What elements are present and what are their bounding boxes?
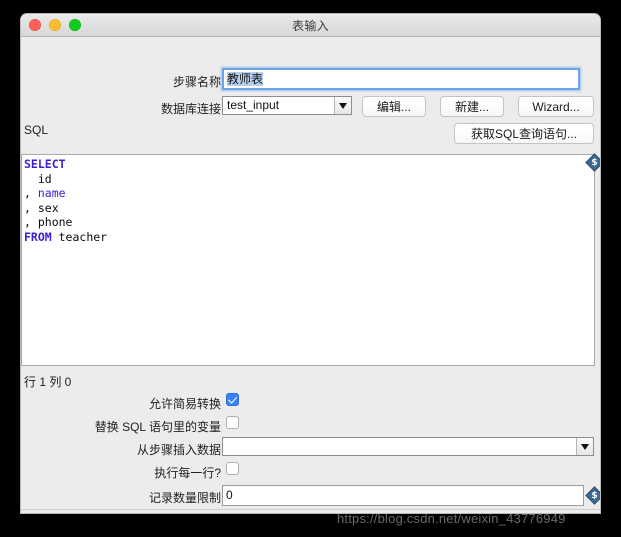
row-limit-input[interactable]: 0 xyxy=(222,485,584,506)
table-input-dialog-window: 表输入 步骤名称 教师表 数据库连接 test_input 编辑... 新建..… xyxy=(21,14,600,513)
sql-editor-textarea[interactable]: SELECT id, name, sex, phone FROM teacher xyxy=(21,154,595,366)
insert-data-from-step-combo[interactable] xyxy=(222,437,594,456)
allow-lazy-conversion-checkbox[interactable] xyxy=(226,393,239,406)
sql-line: , phone xyxy=(24,215,594,230)
new-connection-button[interactable]: 新建... xyxy=(440,96,504,117)
get-sql-query-button[interactable]: 获取SQL查询语句... xyxy=(454,123,594,144)
sql-token: teacher xyxy=(51,229,108,244)
sql-token: , phone xyxy=(24,215,73,230)
sql-token: , sex xyxy=(24,200,59,215)
window-title: 表输入 xyxy=(292,19,329,33)
row-limit-label: 记录数量限制 xyxy=(148,491,221,505)
step-name-value: 教师表 xyxy=(227,72,264,86)
footer-divider xyxy=(21,509,600,510)
sql-token: SELECT xyxy=(24,157,66,171)
sql-variable-marker-symbol: $ xyxy=(591,157,598,168)
sql-token: , xyxy=(24,186,38,201)
row-limit-variable-marker-icon: $ xyxy=(585,486,600,505)
allow-lazy-conversion-label: 允许简易转换 xyxy=(148,397,221,411)
sql-token: name xyxy=(37,186,66,201)
sql-line: , sex xyxy=(24,201,594,216)
sql-line: FROM teacher xyxy=(24,230,594,245)
sql-token: id xyxy=(24,171,52,186)
page-watermark: https://blog.csdn.net/weixin_43776949 xyxy=(337,511,566,526)
sql-label: SQL xyxy=(24,123,49,137)
sql-line: id xyxy=(24,172,594,187)
db-connection-dropdown-arrow[interactable] xyxy=(334,97,351,114)
replace-variables-checkbox[interactable] xyxy=(226,416,239,429)
insert-data-from-step-label: 从步骤插入数据 xyxy=(136,443,221,457)
replace-variables-label: 替换 SQL 语句里的变量 xyxy=(94,420,221,434)
sql-line: , name xyxy=(24,186,594,201)
dialog-content: 步骤名称 教师表 数据库连接 test_input 编辑... 新建... Wi… xyxy=(21,37,600,513)
step-name-label: 步骤名称 xyxy=(172,75,221,89)
execute-each-row-checkbox[interactable] xyxy=(226,462,239,475)
insert-data-from-step-dropdown-arrow[interactable] xyxy=(576,438,593,455)
cursor-position-status: 行 1 列 0 xyxy=(24,375,72,389)
db-connection-combo[interactable]: test_input xyxy=(222,96,352,115)
sql-variable-marker-icon: $ xyxy=(585,153,600,172)
chevron-down-icon xyxy=(339,102,347,109)
sql-line: SELECT xyxy=(24,157,594,172)
window-titlebar: 表输入 xyxy=(21,14,600,37)
sql-token: FROM xyxy=(24,229,52,244)
row-limit-variable-marker-symbol: $ xyxy=(591,490,598,501)
chevron-down-icon xyxy=(581,443,589,450)
wizard-button[interactable]: Wizard... xyxy=(518,96,594,117)
step-name-input[interactable]: 教师表 xyxy=(222,68,580,90)
edit-connection-button[interactable]: 编辑... xyxy=(362,96,426,117)
db-connection-label: 数据库连接 xyxy=(160,102,221,116)
db-connection-value: test_input xyxy=(227,98,280,112)
execute-each-row-label: 执行每一行? xyxy=(154,466,221,480)
